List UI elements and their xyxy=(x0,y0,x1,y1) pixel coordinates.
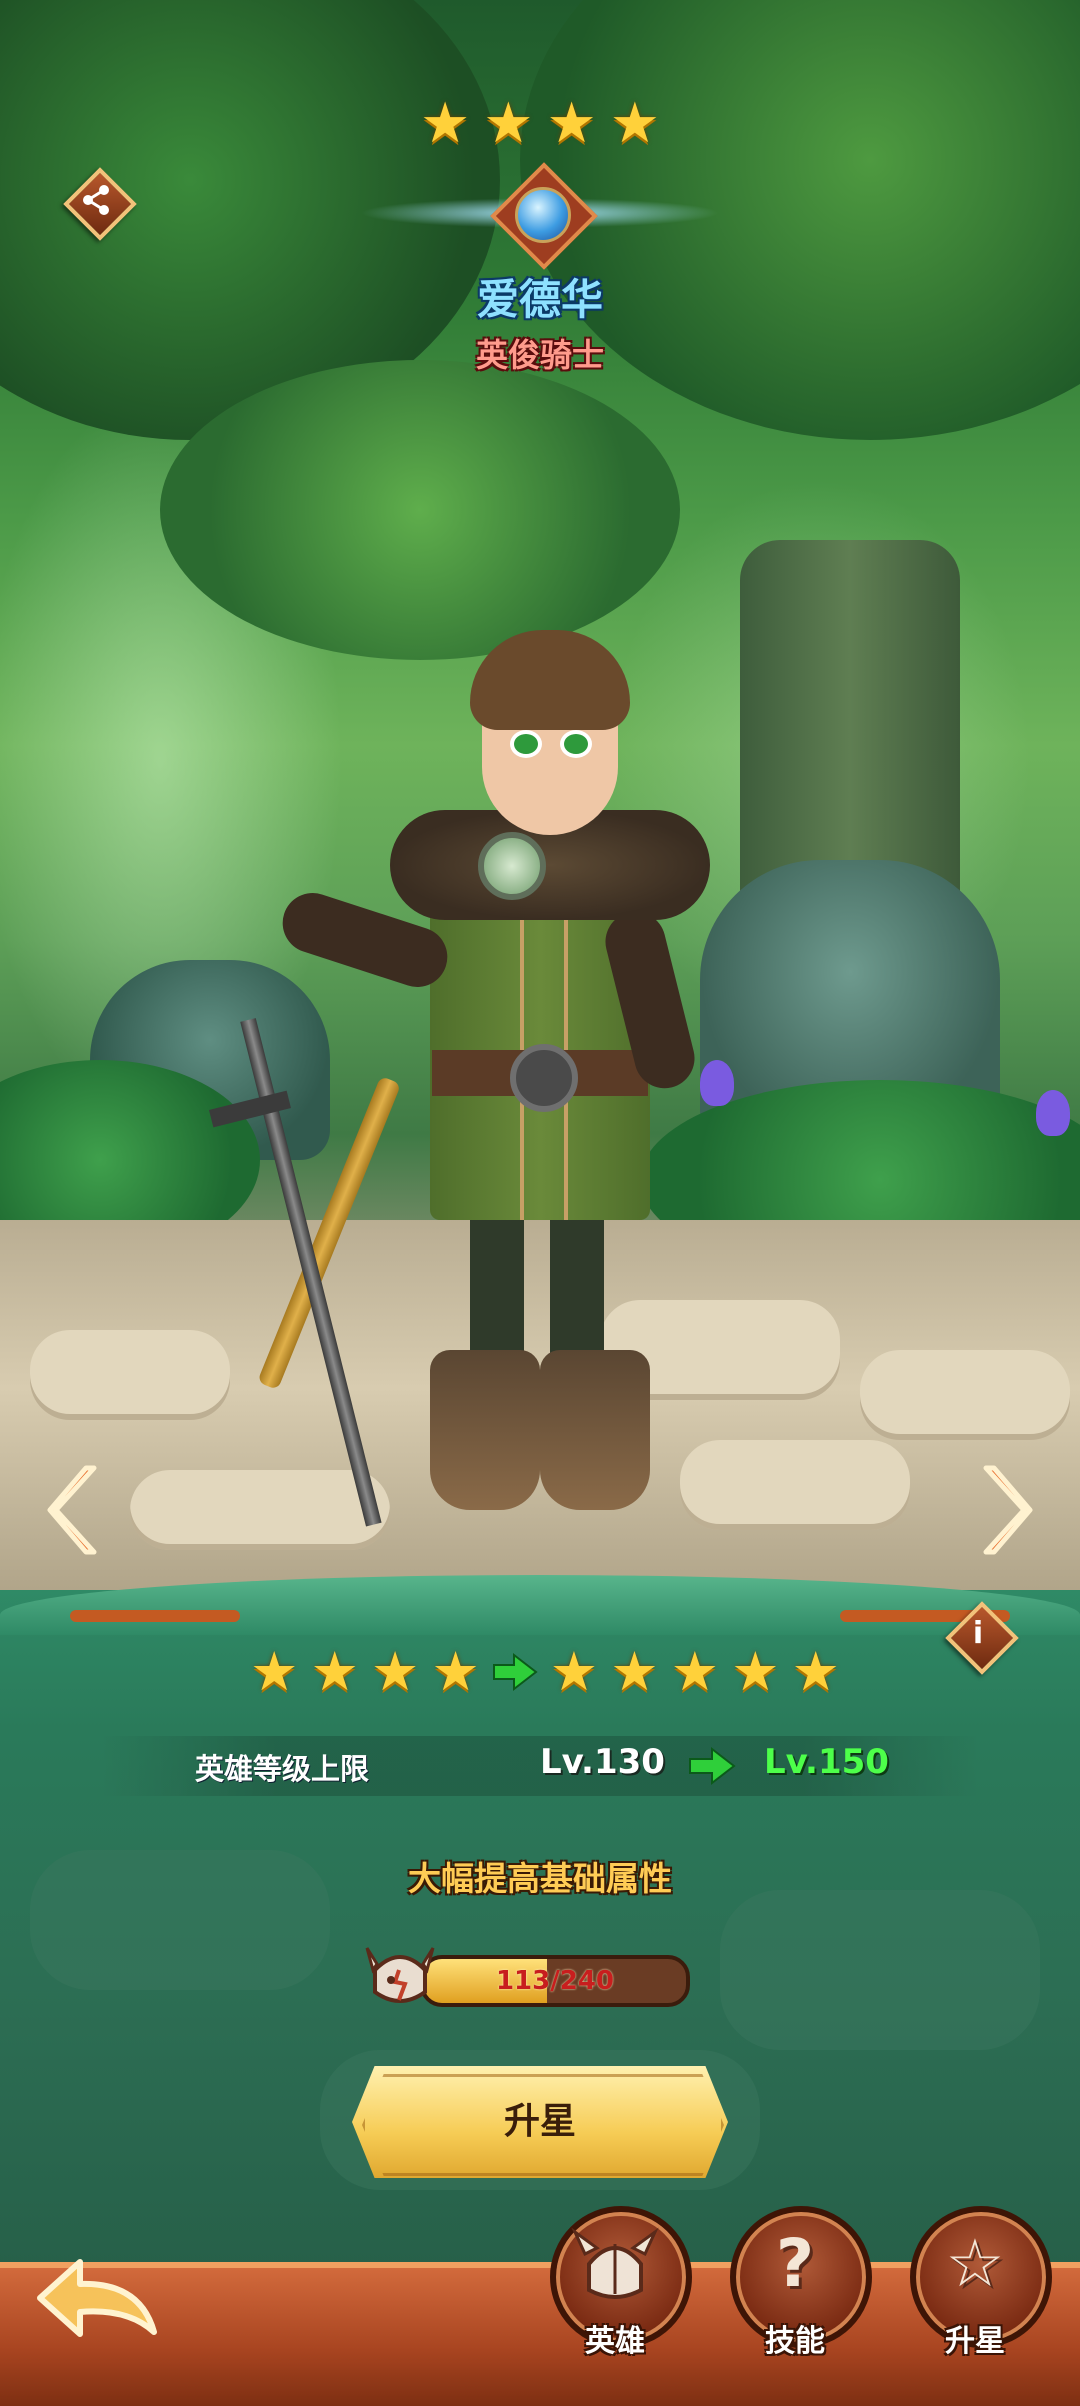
star-icon: ★ xyxy=(483,91,534,156)
hero-star-rating: ★ ★ ★ ★ xyxy=(420,96,660,156)
helmet-icon xyxy=(545,2224,685,2304)
shard-progress-text: 113/240 xyxy=(495,1966,615,1996)
paving-stone xyxy=(860,1350,1070,1440)
bonus-text: 大幅提高基础属性 xyxy=(408,1859,672,1898)
chevron-right-icon xyxy=(983,1465,1033,1555)
star-up-button-label: 升星 xyxy=(503,2101,576,2142)
tab-hero[interactable]: 英雄 xyxy=(545,2206,692,2359)
info-button[interactable]: i xyxy=(945,1601,1019,1675)
star-icon: ★ xyxy=(731,1640,780,1703)
star-icon: ★ xyxy=(610,1640,659,1703)
back-button[interactable] xyxy=(30,2248,170,2358)
panel-accent xyxy=(70,1610,240,1622)
leaf-badge-icon xyxy=(478,832,546,900)
hero-hair xyxy=(470,630,630,730)
blue-gem-icon xyxy=(490,162,598,270)
star-icon: ★ xyxy=(250,1640,299,1703)
tab-skill[interactable]: ? 技能 xyxy=(725,2206,872,2359)
level-cap-label: 英雄等级上限 xyxy=(195,1752,370,1786)
level-from: Lv.130 xyxy=(540,1742,665,1782)
star-icon: ★ xyxy=(670,1640,720,1703)
flower xyxy=(1036,1090,1070,1136)
sword xyxy=(240,1018,382,1527)
green-arrow-icon xyxy=(492,1652,538,1692)
question-icon: ? xyxy=(775,2225,815,2302)
hero-eye xyxy=(560,730,592,758)
tab-hero-label: 英雄 xyxy=(585,2324,645,2359)
star-icon: ★ xyxy=(370,1640,420,1703)
share-icon xyxy=(66,170,126,230)
star-icon: ☆ xyxy=(945,2225,1005,2302)
hero-boot xyxy=(540,1350,650,1510)
hero-leg xyxy=(470,1210,524,1370)
star-icon: ★ xyxy=(431,1640,480,1703)
level-to: Lv.150 xyxy=(764,1742,889,1782)
hero-shard-icon xyxy=(355,1930,445,2014)
star-upgrade-preview: ★ ★ ★ ★ ★ ★ ★ ★ ★ xyxy=(250,1640,840,1704)
next-hero-button[interactable] xyxy=(976,1460,1036,1560)
hero-title: 英俊骑士 xyxy=(475,336,604,374)
hero-boot xyxy=(430,1350,540,1510)
star-icon: ★ xyxy=(420,91,471,156)
panel-rock xyxy=(30,1850,330,1990)
share-button[interactable] xyxy=(63,167,137,241)
star-icon: ★ xyxy=(549,1640,599,1703)
star-icon: ★ xyxy=(791,1640,840,1703)
star-icon: ★ xyxy=(546,91,597,156)
back-arrow-icon xyxy=(37,2259,157,2337)
green-arrow-icon xyxy=(689,1746,736,1786)
shard-progress-bar: 113/240 xyxy=(420,1955,690,2007)
tab-skill-label: 技能 xyxy=(765,2324,825,2359)
hero-leg xyxy=(550,1210,604,1370)
star-icon: ★ xyxy=(609,91,660,156)
chevron-left-icon xyxy=(47,1465,97,1555)
belt-buckle xyxy=(510,1044,578,1112)
paving-stone xyxy=(30,1330,230,1420)
star-icon: ★ xyxy=(310,1640,359,1703)
hero-eye xyxy=(510,730,542,758)
previous-hero-button[interactable] xyxy=(44,1460,104,1560)
star-up-button[interactable]: 升星 xyxy=(352,2066,728,2178)
tab-star-up-label: 升星 xyxy=(945,2324,1005,2359)
hero-name: 爱德华 xyxy=(476,275,603,324)
tab-star-up[interactable]: ☆ 升星 xyxy=(905,2206,1052,2359)
info-icon: i xyxy=(972,1616,984,1651)
panel-rock xyxy=(720,1890,1040,2050)
hero-character xyxy=(209,610,740,1550)
level-cap-row: 英雄等级上限 Lv.130 Lv.150 xyxy=(100,1736,980,1796)
